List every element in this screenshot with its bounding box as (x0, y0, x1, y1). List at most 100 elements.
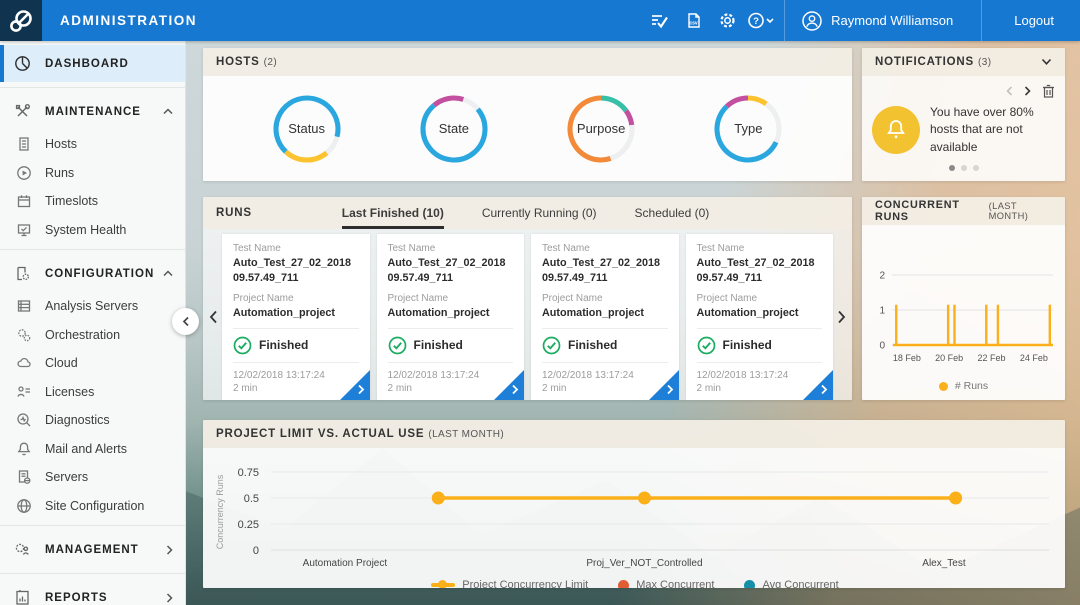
sidebar-item-configuration[interactable]: CONFIGURATION (0, 255, 185, 292)
sidebar-item-maintenance[interactable]: MAINTENANCE (0, 93, 185, 130)
chevron-down-icon[interactable] (1041, 58, 1052, 66)
divider (0, 525, 185, 526)
notifications-title: NOTIFICATIONS (875, 56, 974, 68)
project-name-label: Project Name (697, 293, 823, 304)
bell-icon (16, 441, 32, 457)
run-cards: Test Name Auto_Test_27_02_2018 09.57.49_… (222, 234, 833, 400)
legend-label: Project Concurrency Limit (462, 579, 588, 588)
logout-button[interactable]: Logout (988, 0, 1080, 41)
test-name-label: Test Name (233, 243, 359, 254)
carousel-next-button[interactable] (833, 234, 850, 400)
sidebar-item-reports[interactable]: REPORTS (0, 579, 185, 605)
sidebar-item-site-configuration[interactable]: Site Configuration (0, 492, 185, 521)
sidebar-item-cloud[interactable]: Cloud (0, 349, 185, 378)
timeslots-calendar-icon (16, 193, 32, 209)
open-run-button[interactable] (494, 370, 524, 400)
svg-text:csv: csv (689, 21, 698, 27)
tab-last-finished[interactable]: Last Finished (10) (342, 197, 444, 229)
hosts-panel-header: HOSTS (2) (203, 48, 852, 76)
finished-check-icon (233, 336, 252, 355)
diagnostics-icon (16, 412, 32, 428)
dashboard-icon (14, 55, 31, 72)
notification-next-button[interactable] (1024, 86, 1031, 96)
sidebar-item-analysis-servers[interactable]: Analysis Servers (0, 292, 185, 321)
hosts-type-donut[interactable]: Type (711, 92, 785, 166)
chevron-right-icon (357, 384, 365, 395)
user-menu[interactable]: Raymond Williamson (791, 10, 975, 32)
hosts-purpose-donut[interactable]: Purpose (564, 92, 638, 166)
concurrent-runs-title: CONCURRENT RUNS (875, 199, 985, 223)
divider (233, 328, 359, 329)
divider (0, 87, 185, 88)
hosts-state-donut[interactable]: State (417, 92, 491, 166)
svg-text:22 Feb: 22 Feb (978, 353, 1006, 363)
sidebar-label: Mail and Alerts (45, 442, 127, 456)
test-name-value: Auto_Test_27_02_2018 09.57.49_711 (233, 256, 359, 285)
runs-header: RUNS Last Finished (10) Currently Runnin… (203, 197, 852, 229)
svg-text:0: 0 (253, 545, 259, 557)
notification-message: You have over 80% hosts that are not ava… (930, 104, 1055, 156)
sidebar-item-hosts[interactable]: Hosts (0, 130, 185, 159)
status-badge: Finished (259, 338, 308, 352)
carousel-prev-button[interactable] (205, 234, 222, 400)
svg-text:1: 1 (879, 306, 885, 317)
export-csv-icon[interactable]: csv (676, 0, 710, 41)
svg-text:18 Feb: 18 Feb (893, 353, 921, 363)
sidebar-item-diagnostics[interactable]: Diagnostics (0, 406, 185, 435)
sidebar-item-timeslots[interactable]: Timeslots (0, 187, 185, 216)
tab-scheduled[interactable]: Scheduled (0) (635, 197, 710, 229)
status-badge: Finished (568, 338, 617, 352)
divider (542, 328, 668, 329)
trash-icon[interactable] (1042, 84, 1055, 98)
tab-currently-running[interactable]: Currently Running (0) (482, 197, 597, 229)
svg-text:0: 0 (879, 341, 885, 352)
orchestration-gears-icon (16, 327, 32, 343)
configuration-icon (14, 265, 31, 282)
chevron-right-icon (166, 593, 173, 603)
sidebar-collapse-button[interactable] (172, 308, 199, 335)
run-card: Test Name Auto_Test_27_02_2018 09.57.49_… (531, 234, 679, 400)
sidebar-label: MANAGEMENT (45, 544, 139, 556)
administration-app: ADMINISTRATION csv ? Raymond Williamson … (0, 0, 1080, 605)
settings-gear-icon[interactable] (710, 0, 744, 41)
finished-check-icon (542, 336, 561, 355)
project-name-value: Automation_project (542, 306, 668, 321)
chevron-right-icon (820, 384, 828, 395)
project-name-value: Automation_project (388, 306, 514, 321)
chevron-up-icon (163, 270, 173, 277)
open-run-button[interactable] (803, 370, 833, 400)
sidebar-item-orchestration[interactable]: Orchestration (0, 321, 185, 350)
sidebar-item-servers[interactable]: Servers (0, 463, 185, 492)
pagination-dot[interactable] (961, 165, 967, 171)
dot-marker (744, 580, 755, 589)
tasks-checklist-icon[interactable] (642, 0, 676, 41)
pagination-dot[interactable] (949, 165, 955, 171)
sidebar-item-management[interactable]: MANAGEMENT (0, 531, 185, 568)
topbar-divider (784, 0, 785, 41)
brand-logo[interactable] (0, 0, 42, 41)
runs-panel: RUNS Last Finished (10) Currently Runnin… (203, 197, 852, 400)
concurrent-runs-subtitle: (LAST MONTH) (989, 201, 1052, 221)
open-run-button[interactable] (340, 370, 370, 400)
runs-tabs: Last Finished (10) Currently Running (0)… (342, 197, 709, 229)
sidebar-item-runs[interactable]: Runs (0, 159, 185, 188)
svg-text:0.75: 0.75 (238, 467, 259, 479)
pagination-dot[interactable] (973, 165, 979, 171)
sidebar-item-licenses[interactable]: Licenses (0, 378, 185, 407)
runs-legend-label: # Runs (955, 380, 988, 392)
notification-prev-button[interactable] (1006, 86, 1013, 96)
hosts-title: HOSTS (216, 56, 260, 68)
help-menu-icon[interactable]: ? (744, 0, 778, 41)
sidebar-label: Hosts (45, 137, 77, 151)
sidebar-item-system-health[interactable]: System Health (0, 216, 185, 245)
hosts-icon (16, 136, 32, 152)
system-health-icon (16, 222, 32, 238)
open-run-button[interactable] (649, 370, 679, 400)
svg-text:24 Feb: 24 Feb (1020, 353, 1048, 363)
sidebar-label: Orchestration (45, 328, 120, 342)
notifications-count: (3) (978, 57, 991, 68)
sidebar-item-dashboard[interactable]: DASHBOARD (0, 45, 185, 82)
test-name-label: Test Name (542, 243, 668, 254)
hosts-status-donut[interactable]: Status (270, 92, 344, 166)
sidebar-item-mail-and-alerts[interactable]: Mail and Alerts (0, 435, 185, 464)
